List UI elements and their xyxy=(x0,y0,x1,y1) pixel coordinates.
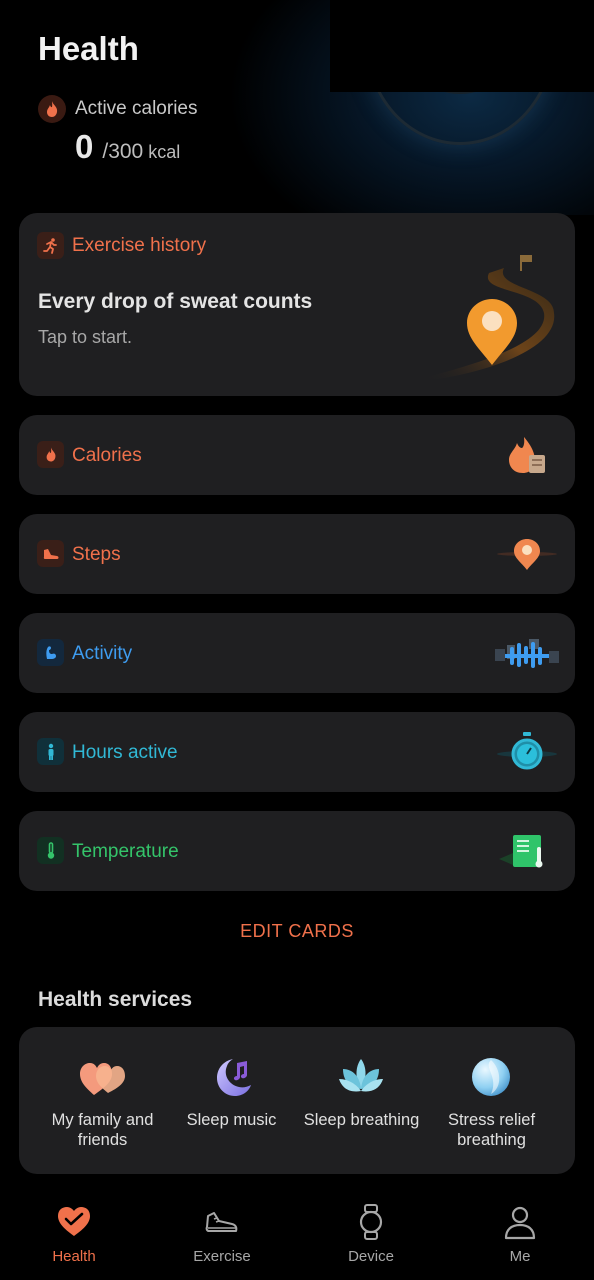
standing-person-icon xyxy=(37,738,64,765)
exercise-subtitle: Tap to start. xyxy=(38,327,133,347)
calories-current: 0 xyxy=(75,128,94,165)
calories-unit: kcal xyxy=(148,142,181,162)
family-hearts-icon xyxy=(78,1055,126,1099)
route-pin-illustration xyxy=(419,253,559,383)
health-services-card: My family and friends Sleep music Sleep … xyxy=(19,1027,575,1174)
card-label: Calories xyxy=(72,445,142,466)
nav-me[interactable]: Me xyxy=(460,1190,580,1280)
nav-label: Device xyxy=(348,1248,394,1265)
steps-illustration xyxy=(493,532,561,576)
active-calories-value[interactable]: 0 /300 kcal xyxy=(75,128,180,166)
exercise-history-card[interactable]: Exercise history Every drop of sweat cou… xyxy=(19,213,575,396)
exercise-headline: Every drop of sweat counts xyxy=(38,290,313,313)
nav-exercise[interactable]: Exercise xyxy=(162,1190,282,1280)
calories-illustration xyxy=(493,433,561,477)
activity-illustration xyxy=(493,631,561,675)
running-icon xyxy=(37,232,64,259)
flexed-arm-icon xyxy=(37,639,64,666)
steps-card[interactable]: Steps xyxy=(19,514,575,594)
service-sleep-breathing[interactable]: Sleep breathing xyxy=(292,1027,431,1174)
health-header: Health Active calories 0 /300 kcal xyxy=(0,0,594,215)
nav-device[interactable]: Device xyxy=(311,1190,431,1280)
temperature-illustration xyxy=(493,829,561,873)
calories-card[interactable]: Calories xyxy=(19,415,575,495)
breathing-orb-icon xyxy=(467,1055,515,1099)
flame-icon xyxy=(38,95,66,123)
exercise-history-title: Exercise history xyxy=(72,235,207,256)
service-family-friends[interactable]: My family and friends xyxy=(33,1027,172,1174)
temperature-card[interactable]: Temperature xyxy=(19,811,575,891)
card-label: Activity xyxy=(72,643,133,664)
activity-card[interactable]: Activity xyxy=(19,613,575,693)
flame-icon xyxy=(37,441,64,468)
card-label: Hours active xyxy=(72,742,178,763)
sneaker-icon xyxy=(205,1204,239,1240)
heart-icon xyxy=(57,1204,91,1240)
nav-label: Exercise xyxy=(193,1248,251,1265)
thermometer-icon xyxy=(37,837,64,864)
service-label: Sleep breathing xyxy=(303,1111,420,1129)
service-stress-relief-breathing[interactable]: Stress relief breathing xyxy=(422,1027,561,1174)
nav-health[interactable]: Health xyxy=(14,1190,134,1280)
active-calories-label: Active calories xyxy=(75,98,198,119)
edit-cards-button[interactable]: EDIT CARDS xyxy=(0,921,594,942)
watch-icon xyxy=(354,1204,388,1240)
calories-goal: /300 xyxy=(102,140,144,163)
nav-label: Health xyxy=(52,1248,96,1265)
service-label: Stress relief breathing xyxy=(447,1111,536,1149)
person-icon xyxy=(503,1204,537,1240)
service-label: My family and friends xyxy=(51,1111,154,1149)
service-sleep-music[interactable]: Sleep music xyxy=(162,1027,301,1174)
moon-music-icon xyxy=(207,1055,255,1099)
page-title: Health xyxy=(38,30,139,67)
nav-label: Me xyxy=(509,1248,531,1265)
health-services-title: Health services xyxy=(38,988,193,1011)
hours-active-card[interactable]: Hours active xyxy=(19,712,575,792)
stopwatch-illustration xyxy=(493,730,561,774)
bottom-navigation: Health Exercise Device Me xyxy=(0,1190,594,1280)
card-label: Steps xyxy=(72,544,121,565)
card-label: Temperature xyxy=(72,841,179,862)
lotus-icon xyxy=(337,1055,385,1099)
shoe-icon xyxy=(37,540,64,567)
service-label: Sleep music xyxy=(186,1111,277,1129)
